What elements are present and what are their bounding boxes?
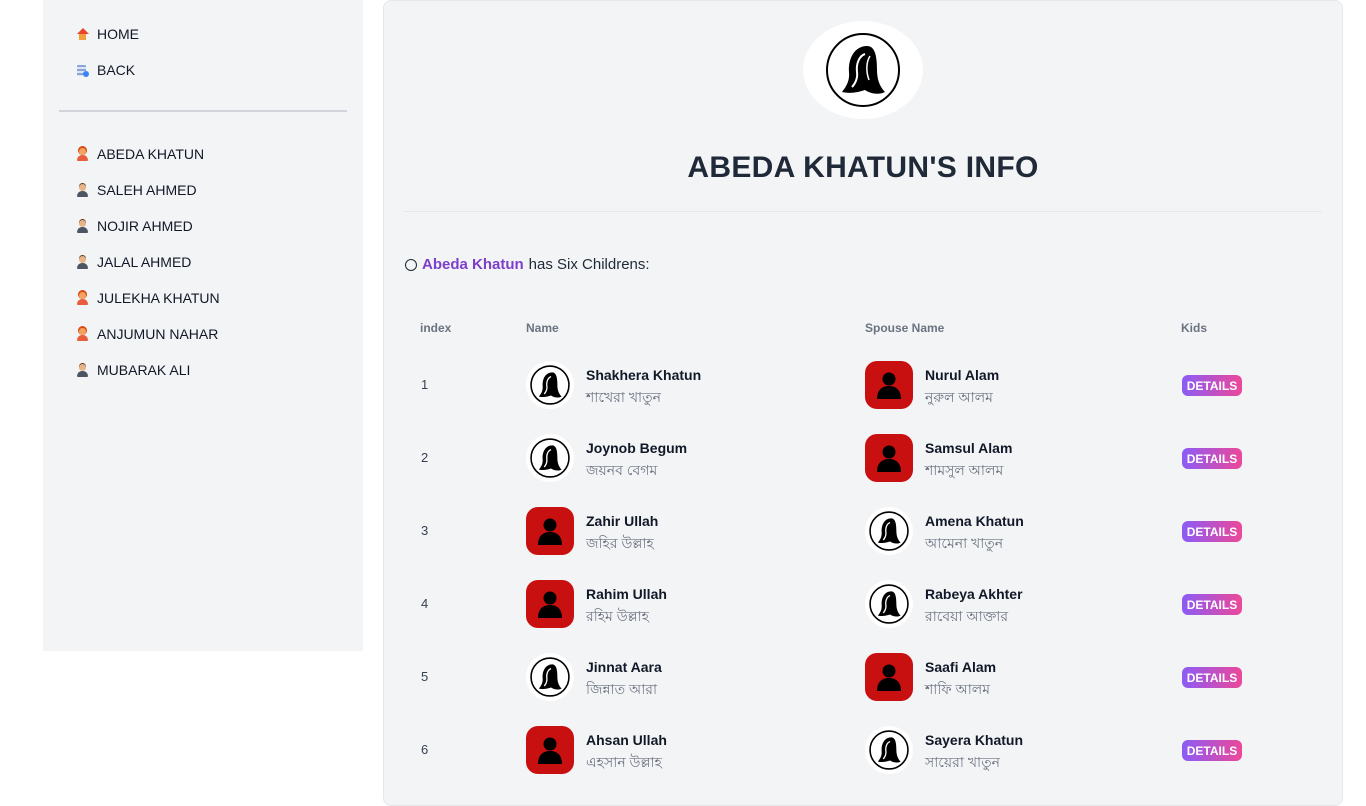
sidebar-person-item[interactable]: JALAL AHMED <box>76 251 191 273</box>
home-icon <box>76 27 89 41</box>
hijab-woman-icon <box>526 653 574 701</box>
person-icon <box>76 219 89 233</box>
spouse-name: Amena Khatun <box>925 513 1024 529</box>
spouse-name: Sayera Khatun <box>925 732 1024 748</box>
person-icon <box>76 147 89 161</box>
main-panel: ABEDA KHATUN'S INFO Abeda Khatun has Six… <box>383 0 1343 806</box>
person-icon <box>76 255 89 269</box>
nav-back-label: BACK <box>97 62 136 78</box>
profile-avatar <box>803 21 923 119</box>
nav-back[interactable]: BACK <box>76 59 135 81</box>
header-kids: Kids <box>1181 321 1208 335</box>
man-avatar-icon <box>526 507 574 555</box>
sidebar-person-item[interactable]: MUBARAK ALI <box>76 359 190 381</box>
spouse-name: Nurul Alam <box>925 367 1000 383</box>
hijab-woman-icon <box>865 507 913 555</box>
sidebar-divider <box>59 110 347 112</box>
table-row: 1 Shakhera Khatun শাখেরা খাতুন Nurul Alam নু… <box>384 361 1342 434</box>
back-icon <box>76 64 89 77</box>
hijab-woman-icon <box>826 33 900 107</box>
row-index: 6 <box>421 742 429 757</box>
bullet-circle-icon <box>405 258 417 271</box>
spouse-name-bengali: নুরুল আলম <box>925 389 993 405</box>
sidebar-person-label: JULEKHA KHATUN <box>97 290 220 306</box>
details-button[interactable]: DETAILS <box>1182 521 1242 542</box>
hijab-woman-icon <box>526 434 574 482</box>
header-index: index <box>420 321 452 335</box>
person-icon <box>76 291 89 305</box>
child-name: Jinnat Aara <box>586 659 662 675</box>
sidebar-person-item[interactable]: JULEKHA KHATUN <box>76 287 220 309</box>
man-avatar-icon <box>526 726 574 774</box>
sidebar-person-label: ANJUMUN NAHAR <box>97 326 219 342</box>
intro-text: Abeda Khatun has Six Childrens: <box>405 256 650 273</box>
sidebar-person-item[interactable]: NOJIR AHMED <box>76 215 193 237</box>
man-avatar-icon <box>526 580 574 628</box>
table-row: 4 Rahim Ullah রহিম উল্লাহ Rabeya Akhter রাবে… <box>384 580 1342 653</box>
header-name: Name <box>526 321 559 335</box>
spouse-name: Samsul Alam <box>925 440 1013 456</box>
child-name-bengali: রহিম উল্লাহ <box>586 608 650 624</box>
hijab-woman-icon <box>865 580 913 628</box>
child-name: Shakhera Khatun <box>586 367 702 383</box>
sidebar: HOME BACK ABEDA KHATUN SALEH AHMED NOJIR A… <box>43 0 363 651</box>
intro-suffix: has Six Childrens: <box>528 256 650 273</box>
child-name-bengali: জিন্নাত আরা <box>586 681 658 697</box>
sidebar-person-label: JALAL AHMED <box>97 254 192 270</box>
person-icon <box>76 183 89 197</box>
details-button[interactable]: DETAILS <box>1182 448 1242 469</box>
child-name: Joynob Begum <box>586 440 688 456</box>
details-button[interactable]: DETAILS <box>1182 740 1242 761</box>
table-row: 6 Ahsan Ullah এহসান উল্লাহ Sayera Khatun সায… <box>384 726 1342 799</box>
child-name: Zahir Ullah <box>586 513 659 529</box>
intro-name[interactable]: Abeda Khatun <box>422 256 524 273</box>
sidebar-person-label: ABEDA KHATUN <box>97 146 205 162</box>
page-title: ABEDA KHATUN'S INFO <box>687 151 1039 184</box>
row-index: 5 <box>421 669 429 684</box>
sidebar-person-label: MUBARAK ALI <box>97 362 191 378</box>
spouse-name-bengali: শামসুল আলম <box>925 462 1004 478</box>
child-name-bengali: জয়নব বেগম <box>586 462 658 478</box>
table-row: 5 Jinnat Aara জিন্নাত আরা Saafi Alam শাফি আল… <box>384 653 1342 726</box>
sidebar-person-label: NOJIR AHMED <box>97 218 193 234</box>
hijab-woman-icon <box>865 726 913 774</box>
hijab-woman-icon <box>526 361 574 409</box>
man-avatar-icon <box>865 361 913 409</box>
man-avatar-icon <box>865 434 913 482</box>
table-row: 2 Joynob Begum জয়নব বেগম Samsul Alam শামসুল… <box>384 434 1342 507</box>
sidebar-person-item[interactable]: ANJUMUN NAHAR <box>76 323 218 345</box>
sidebar-person-item[interactable]: ABEDA KHATUN <box>76 143 204 165</box>
details-button[interactable]: DETAILS <box>1182 667 1242 688</box>
details-button[interactable]: DETAILS <box>1182 594 1242 615</box>
person-icon <box>76 363 89 377</box>
child-name-bengali: এহসান উল্লাহ <box>586 754 662 770</box>
person-icon <box>76 327 89 341</box>
spouse-name-bengali: আমেনা খাতুন <box>925 535 1004 551</box>
spouse-name: Rabeya Akhter <box>925 586 1023 602</box>
row-index: 3 <box>421 523 429 538</box>
sidebar-person-item[interactable]: SALEH AHMED <box>76 179 197 201</box>
header-spouse: Spouse Name <box>865 321 945 335</box>
spouse-name-bengali: রাবেয়া আক্তার <box>925 608 1009 624</box>
row-index: 4 <box>421 596 429 611</box>
nav-home-label: HOME <box>97 26 139 42</box>
child-name-bengali: শাখেরা খাতুন <box>586 389 661 405</box>
spouse-name-bengali: শাফি আলম <box>925 681 991 697</box>
table-row: 3 Zahir Ullah জহির উল্লাহ Amena Khatun আমেনা… <box>384 507 1342 580</box>
details-button[interactable]: DETAILS <box>1182 375 1242 396</box>
row-index: 1 <box>421 377 429 392</box>
child-name-bengali: জহির উল্লাহ <box>586 535 654 551</box>
spouse-name: Saafi Alam <box>925 659 997 675</box>
title-divider <box>404 211 1322 212</box>
nav-home[interactable]: HOME <box>76 23 139 45</box>
row-index: 2 <box>421 450 429 465</box>
sidebar-person-label: SALEH AHMED <box>97 182 197 198</box>
child-name: Rahim Ullah <box>586 586 667 602</box>
man-avatar-icon <box>865 653 913 701</box>
spouse-name-bengali: সায়েরা খাতুন <box>925 754 1000 770</box>
child-name: Ahsan Ullah <box>586 732 667 748</box>
